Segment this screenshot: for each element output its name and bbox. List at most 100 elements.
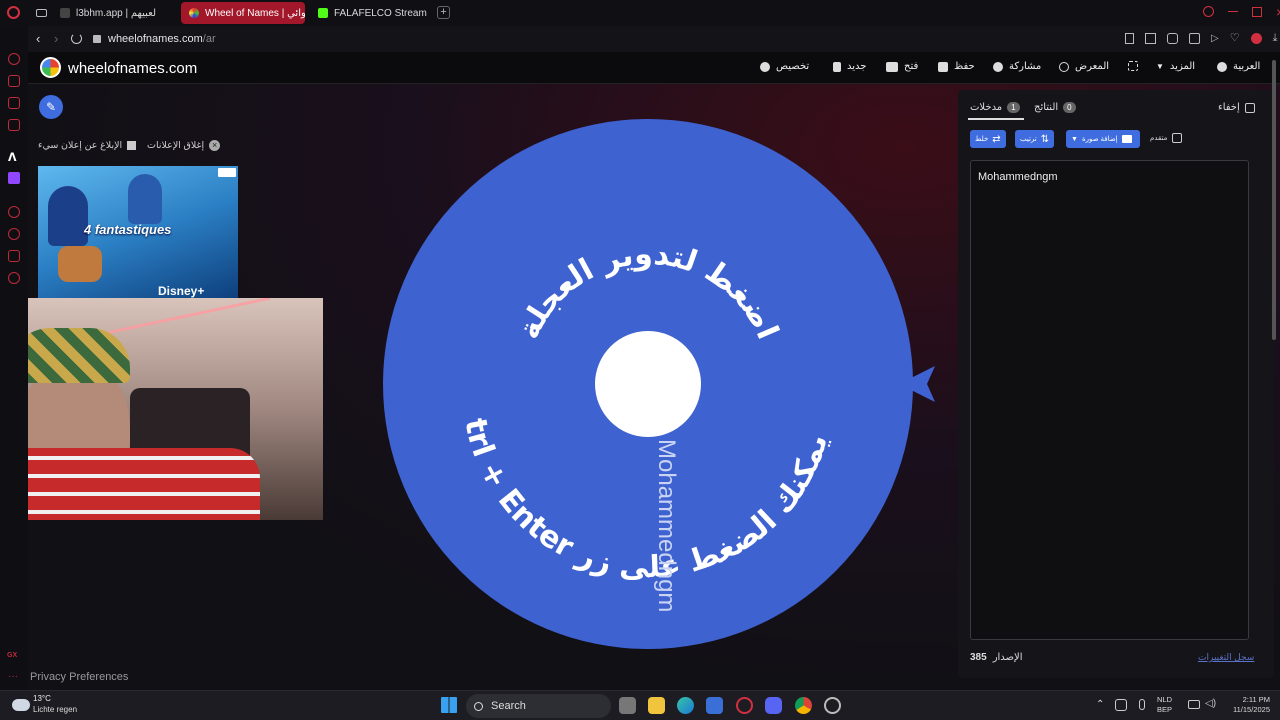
download-icon[interactable]: ⤓ <box>1273 33 1278 44</box>
weather-temp[interactable]: 13°C <box>33 694 51 703</box>
opera-gx-taskbar-icon[interactable] <box>736 697 753 714</box>
share-button[interactable]: مشاركة <box>993 61 1041 72</box>
close-ads-link[interactable]: إغلاق الإعلانات × <box>147 140 221 151</box>
profile-icon[interactable] <box>1250 33 1262 44</box>
back-icon[interactable]: ‹ <box>36 32 40 45</box>
kick-sidebar-icon[interactable]: ᐱ <box>8 151 17 164</box>
file-explorer-icon[interactable] <box>648 697 665 714</box>
shuffle-button[interactable]: خلط ⇄ <box>970 130 1006 148</box>
opera-sidebar: ᐱ GX ··· <box>0 26 28 690</box>
web-page: wheelofnames.com تخصيص جديد فتح حفظ مشار… <box>28 52 1280 690</box>
edge-icon[interactable] <box>677 697 694 714</box>
tray-app-icon[interactable] <box>1115 699 1127 711</box>
add-image-button[interactable]: ▼ إضافة صورة <box>1066 130 1140 148</box>
save-button[interactable]: حفظ <box>938 61 975 72</box>
sort-icon: ⇅ <box>1040 133 1050 145</box>
wheel-svg[interactable]: اضغط لتدوير العجلة Ctrl + Enter أو يمكنك… <box>372 89 913 649</box>
tab-falafelco-stream[interactable]: FALAFELCO Stream - Wat <box>310 2 430 24</box>
changelog-link[interactable]: سجل التغييرات <box>1198 652 1254 663</box>
fullscreen-button[interactable] <box>1128 61 1138 71</box>
more-sidebar-icon[interactable]: ··· <box>8 671 18 682</box>
tab-label: FALAFELCO Stream - Wat <box>334 7 430 19</box>
tab-results[interactable]: النتائج 0 <box>1034 102 1076 113</box>
new-tab-button[interactable]: + <box>437 6 450 19</box>
close-icon[interactable]: × <box>1276 5 1280 19</box>
microphone-icon[interactable] <box>1139 699 1145 710</box>
weather-desc[interactable]: Lichte regen <box>33 705 77 714</box>
history-icon[interactable] <box>8 228 20 240</box>
minimize-icon[interactable] <box>1228 10 1238 13</box>
tab-overview-icon[interactable] <box>36 9 47 17</box>
entries-textarea[interactable]: Mohammedngm <box>970 160 1249 640</box>
ad-choices-icon[interactable] <box>218 168 236 177</box>
entry-line[interactable]: Mohammedngm <box>978 171 1241 183</box>
hide-checkbox-box[interactable] <box>1244 102 1255 113</box>
opera-taskbar-icon[interactable] <box>824 697 841 714</box>
store-icon[interactable] <box>706 697 723 714</box>
task-view-icon[interactable] <box>619 697 636 714</box>
windows-start-icon[interactable] <box>441 697 457 713</box>
pinboard-icon[interactable] <box>8 250 20 262</box>
discord-icon[interactable] <box>765 697 782 714</box>
edit-pencil-button[interactable]: ✎ <box>39 95 63 119</box>
clock[interactable]: 2:11 PM 11/15/2025 <box>1224 695 1270 715</box>
opera-logo-icon[interactable] <box>7 6 20 19</box>
image-icon <box>1121 135 1132 143</box>
volume-icon[interactable]: ◁) <box>1205 698 1216 709</box>
wheel-favicon-icon <box>189 8 199 18</box>
heart-icon[interactable]: ♡ <box>1230 33 1240 44</box>
chevron-down-icon: ▼ <box>1071 135 1078 143</box>
advanced-checkbox[interactable]: متقدم <box>1150 133 1183 143</box>
privacy-preferences-link[interactable]: Privacy Preferences <box>30 671 128 683</box>
chrome-icon[interactable] <box>795 697 812 714</box>
report-ad-link[interactable]: الإبلاغ عن إعلان سيء <box>38 140 137 151</box>
gallery-button[interactable]: المعرض <box>1059 61 1109 72</box>
network-icon[interactable] <box>1188 700 1200 709</box>
gx-icon[interactable]: GX <box>7 652 17 659</box>
url-field[interactable]: wheelofnames.com/ar <box>108 33 216 45</box>
settings-icon[interactable] <box>8 272 20 284</box>
reload-icon[interactable] <box>71 33 82 44</box>
tray-overflow-icon[interactable]: ⌃ <box>1096 699 1104 710</box>
weather-cloud-icon[interactable] <box>12 699 30 711</box>
bookmark-icon[interactable] <box>1125 33 1134 44</box>
messenger-icon[interactable] <box>8 97 20 109</box>
search-tabs-icon[interactable] <box>1203 6 1214 17</box>
customize-button[interactable]: تخصيص <box>760 61 809 72</box>
site-brand[interactable]: wheelofnames.com <box>68 60 197 77</box>
tab-entries[interactable]: مدخلات 1 <box>970 102 1020 113</box>
address-bar-row: ‹ › wheelofnames.com/ar ▷ ♡ ⤓ ≡ <box>28 26 1280 52</box>
snapshot-icon[interactable] <box>1145 33 1156 44</box>
tab-wheel-of-names[interactable]: Wheel of Names | عشوائي <box>181 2 305 24</box>
extensions-icon[interactable] <box>1189 33 1200 44</box>
tab-l3bhm[interactable]: l3bhm.app | لعبيهم <box>52 2 177 24</box>
taskbar-search[interactable]: Search <box>466 694 611 718</box>
wheel-container[interactable]: اضغط لتدوير العجلة Ctrl + Enter أو يمكنك… <box>372 89 935 649</box>
player-sidebar-icon[interactable] <box>8 206 20 218</box>
page-scrollbar[interactable] <box>1272 60 1276 340</box>
l3bhm-favicon-icon <box>60 8 70 18</box>
gmail-icon[interactable] <box>8 119 20 131</box>
shop-icon[interactable] <box>8 75 20 87</box>
advanced-checkbox-box[interactable] <box>1172 133 1183 143</box>
player-icon[interactable]: ▷ <box>1211 33 1219 44</box>
adblock-icon[interactable] <box>1167 33 1178 44</box>
hide-panel-checkbox[interactable]: إخفاء <box>1218 102 1255 113</box>
maximize-icon[interactable] <box>1252 6 1262 17</box>
sort-button[interactable]: ترتيب ⇅ <box>1015 130 1055 148</box>
advertisement-banner[interactable]: 4 fantastiques Disney+ <box>38 166 238 302</box>
clock-time: 2:11 PM <box>1242 695 1270 704</box>
wheel-center[interactable] <box>595 331 701 437</box>
aria-icon[interactable] <box>8 53 20 65</box>
new-button[interactable]: جديد <box>833 61 866 72</box>
more-menu-button[interactable]: ▼ المزيد <box>1156 61 1195 72</box>
ad-hero-figure <box>128 174 162 224</box>
forward-icon[interactable]: › <box>54 32 58 45</box>
wheel-logo-icon[interactable] <box>40 57 61 78</box>
version-label: الإصدار <box>992 652 1023 663</box>
open-button[interactable]: فتح <box>886 61 918 72</box>
keyboard-language[interactable]: NLD BEP <box>1157 695 1172 715</box>
twitch-icon[interactable] <box>8 172 20 184</box>
language-button[interactable]: العربية <box>1217 61 1260 72</box>
window-controls: × <box>1203 5 1280 19</box>
